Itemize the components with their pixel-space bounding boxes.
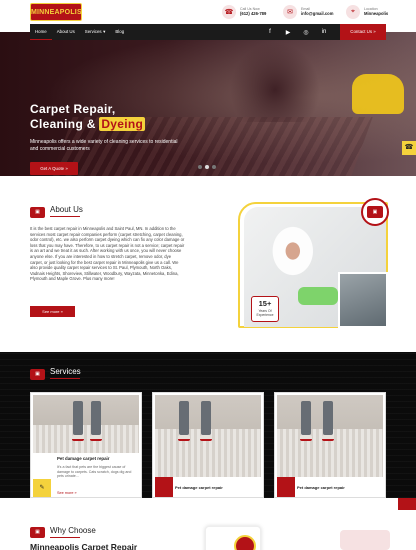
chevrons-right-icon: » [65,166,68,171]
nav-about[interactable]: About Us [52,24,80,40]
service-card-title: Pet damage carpet repair [57,456,110,461]
slider-dots [198,165,216,169]
contact-phone[interactable]: ☎ Call Us Now (612) 426-789 [222,4,266,20]
get-quote-button[interactable]: Get A Quote » [30,162,78,175]
location-icon: ⌖ [346,5,360,19]
why-feature-icon [234,535,256,550]
about-section-icon: ▣ [30,207,45,218]
service-card-more-link[interactable]: See more » [57,491,77,495]
why-title: Why Choose [50,526,96,535]
chevron-down-icon: ▾ [103,29,106,34]
nav-blog[interactable]: Blog [110,24,129,40]
service-card-desc: It's a fact that pets are the biggest ca… [57,465,132,479]
service-card-accent [155,477,173,497]
brand-mark-icon: ▣ [367,206,383,218]
why-title-underline [50,537,80,538]
about-badge: ▣ [361,198,389,226]
main-nav: Home About Us Services ▾ Blog f ▶ ◎ in Co… [30,24,386,40]
contact-email-value: info@gmail.com [301,10,334,16]
site-logo[interactable]: MINNEAPOLIS [30,3,82,21]
service-card-photo [277,395,383,477]
contact-location-value: Minneapolis [364,10,389,16]
service-card-title: Pet damage carpet repair [297,485,345,490]
contact-email[interactable]: ✉ Email info@gmail.com [283,4,333,20]
why-subtitle: Minneapolis Carpet Repair [30,542,138,550]
services-slider-next[interactable] [398,498,416,510]
hero-title-highlight: Dyeing [99,116,146,131]
contact-phone-value: (612) 426-789 [240,10,267,16]
hero-photo-machine [352,74,404,114]
facebook-icon[interactable]: f [266,29,274,35]
years-number: 15+ [258,299,272,308]
years-experience-badge: 15+ Years Of Experience [251,296,279,322]
contact-us-button[interactable]: Contact Us » [340,24,386,40]
about-title-underline [50,216,80,217]
slider-dot-active[interactable] [205,165,209,169]
about-title: About Us [50,205,83,214]
hero-photo-worker [230,42,320,122]
instagram-icon[interactable]: ◎ [302,29,310,36]
social-links: f ▶ ◎ in [266,24,328,40]
floating-cta-icon[interactable]: ☎ [402,141,416,155]
nav-services[interactable]: Services ▾ [80,24,111,40]
service-card-icon: ✎ [33,479,51,497]
service-card[interactable]: Pet damage carpet repair [274,392,386,498]
about-photo-vacuum [338,272,388,328]
services-section-icon: ▣ [30,369,45,380]
linkedin-icon[interactable]: in [320,29,328,35]
about-see-more-button[interactable]: See more » [30,306,75,317]
hero-title: Carpet Repair, Cleaning & Dyeing [30,102,146,131]
youtube-icon[interactable]: ▶ [284,29,292,36]
service-card[interactable]: Pet damage carpet repair It's a fact tha… [30,392,142,498]
why-decor-box [340,530,390,550]
nav-home[interactable]: Home [30,24,52,40]
service-card[interactable]: Pet damage carpet repair [152,392,264,498]
why-section-icon: ▣ [30,527,45,538]
service-card-photo [33,395,139,453]
contact-location[interactable]: ⌖ Location Minneapolis [346,4,388,20]
top-bar: MINNEAPOLIS ☎ Call Us Now (612) 426-789 … [0,0,416,24]
page: MINNEAPOLIS ☎ Call Us Now (612) 426-789 … [0,0,416,550]
hero-subtitle: Minneapolis offers a wide variety of cle… [30,139,178,152]
services-title: Services [50,367,81,376]
service-card-accent [277,477,295,497]
service-card-title: Pet damage carpet repair [175,485,223,490]
phone-icon: ☎ [222,5,236,19]
slider-dot[interactable] [212,165,216,169]
years-label: Years Of Experience [256,309,274,317]
mail-icon: ✉ [283,5,297,19]
hero-banner: Carpet Repair, Cleaning & Dyeing Minneap… [0,32,416,176]
about-body: It is the best carpet repair in Minneapo… [30,226,185,282]
services-title-underline [50,378,80,379]
service-card-photo [155,395,261,477]
slider-dot[interactable] [198,165,202,169]
